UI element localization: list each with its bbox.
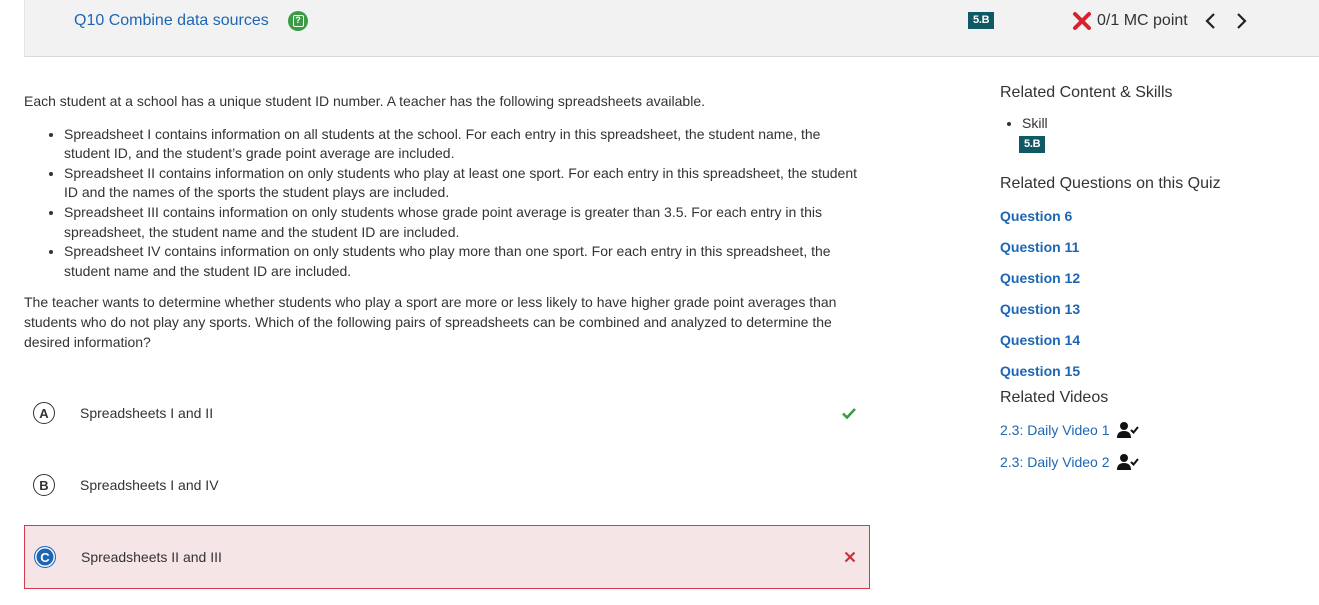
question-body: Each student at a school has a unique st… <box>24 88 874 352</box>
related-question-link[interactable]: Question 6 <box>1000 207 1300 238</box>
person-check-icon <box>1117 454 1140 470</box>
skills-list: Skill <box>1022 115 1300 131</box>
spreadsheet-list: Spreadsheet I contains information on al… <box>64 125 874 282</box>
score: 0/1 MC point <box>1071 10 1188 32</box>
video-link-1[interactable]: 2.3: Daily Video 1 <box>1000 421 1300 439</box>
list-item: Spreadsheet III contains information on … <box>64 203 874 242</box>
choice-text-a: Spreadsheets I and II <box>80 405 214 421</box>
related-videos-heading: Related Videos <box>1000 389 1109 406</box>
question-intro: Each student at a school has a unique st… <box>24 93 706 109</box>
answer-choice-b[interactable]: B Spreadsheets I and IV <box>24 453 870 517</box>
choice-letter-c: C <box>34 546 56 568</box>
related-question-link[interactable]: Question 14 <box>1000 331 1300 362</box>
related-question-link[interactable]: Question 12 <box>1000 269 1300 300</box>
question-prompt: The teacher wants to determine whether s… <box>24 294 837 350</box>
skill-tag-header: 5.B <box>968 12 995 29</box>
answer-choice-a[interactable]: A Spreadsheets I and II <box>24 381 870 445</box>
choice-text-c: Spreadsheets II and III <box>81 549 222 565</box>
related-questions-list: Question 6 Question 11 Question 12 Quest… <box>1000 207 1300 393</box>
related-question-link[interactable]: Question 13 <box>1000 300 1300 331</box>
video-link-2[interactable]: 2.3: Daily Video 2 <box>1000 453 1300 471</box>
skill-label: Skill <box>1022 115 1048 131</box>
choice-letter-a: A <box>33 402 55 424</box>
video-title[interactable]: 2.3: Daily Video 1 <box>1000 422 1109 438</box>
question-header: Q10 Combine data sources ? 5.B 0/1 MC po… <box>24 0 1319 57</box>
incorrect-x-icon <box>1073 12 1091 30</box>
list-item: Spreadsheet I contains information on al… <box>64 125 874 164</box>
skill-item: Skill <box>1022 115 1300 131</box>
question-title[interactable]: Q10 Combine data sources <box>74 12 269 30</box>
help-icon[interactable]: ? <box>288 11 308 31</box>
person-check-icon <box>1117 422 1140 438</box>
related-questions-heading: Related Questions on this Quiz <box>1000 175 1221 192</box>
list-item: Spreadsheet II contains information on o… <box>64 164 874 203</box>
related-videos: Related Videos 2.3: Daily Video 1 2.3: D… <box>1000 389 1300 471</box>
choice-letter-b: B <box>33 474 55 496</box>
chevron-left-icon[interactable] <box>1201 11 1221 31</box>
sidebar: Related Content & Skills Skill 5.B Relat… <box>1000 84 1300 471</box>
list-item: Spreadsheet IV contains information on o… <box>64 242 874 281</box>
checkmark-icon <box>842 408 856 420</box>
wrong-x-icon <box>844 551 856 563</box>
choice-text-b: Spreadsheets I and IV <box>80 477 219 493</box>
skill-tag-sidebar[interactable]: 5.B <box>1019 136 1046 153</box>
answer-choice-c[interactable]: C Spreadsheets II and III <box>24 525 870 589</box>
related-content-heading: Related Content & Skills <box>1000 84 1173 101</box>
related-question-link[interactable]: Question 11 <box>1000 238 1300 269</box>
video-title[interactable]: 2.3: Daily Video 2 <box>1000 454 1109 470</box>
score-text: 0/1 MC point <box>1097 12 1188 29</box>
chevron-right-icon[interactable] <box>1231 11 1251 31</box>
